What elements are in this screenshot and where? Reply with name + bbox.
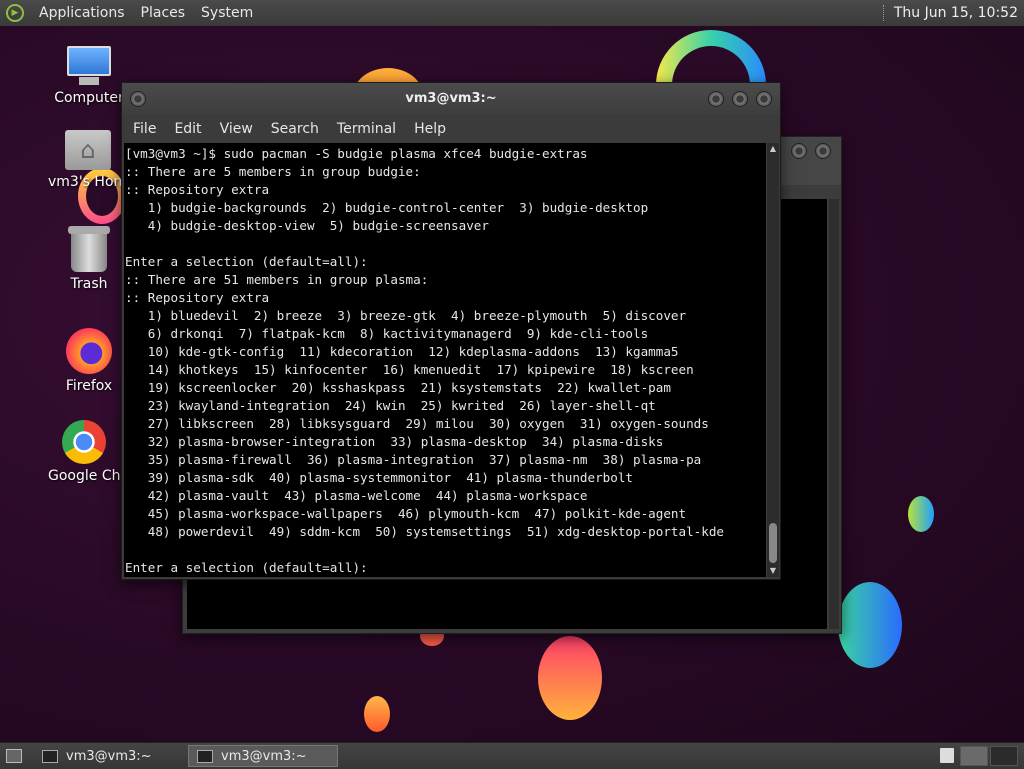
background-scrollbar[interactable] xyxy=(829,199,839,629)
distro-logo-icon[interactable]: ▶ xyxy=(6,4,24,22)
desktop-icon-label: Google Chrome xyxy=(48,468,120,484)
wallpaper-green-oval xyxy=(908,496,934,532)
close-button[interactable] xyxy=(815,143,831,159)
desktop-icon-label: vm3's Home xyxy=(48,174,128,190)
terminal-menubar: File Edit View Search Terminal Help xyxy=(122,115,780,143)
computer-icon xyxy=(65,46,113,86)
workspace-1[interactable] xyxy=(960,746,988,766)
menu-search[interactable]: Search xyxy=(262,121,328,137)
scrollbar-thumb[interactable] xyxy=(769,523,777,563)
terminal-window[interactable]: vm3@vm3:~ File Edit View Search Terminal… xyxy=(121,82,781,580)
terminal-icon xyxy=(42,749,58,763)
top-menu: ▶ Applications Places System xyxy=(0,0,261,26)
bottom-panel: vm3@vm3:~ vm3@vm3:~ xyxy=(0,742,1024,769)
window-controls xyxy=(708,91,772,107)
taskbar-item-active[interactable]: vm3@vm3:~ xyxy=(188,745,338,767)
home-folder-icon xyxy=(65,130,111,170)
places-menu[interactable]: Places xyxy=(133,0,194,26)
top-right-area: Thu Jun 15, 10:52 xyxy=(882,0,1018,26)
desktop-icon-trash[interactable]: Trash xyxy=(48,226,130,292)
system-menu[interactable]: System xyxy=(193,0,261,26)
menu-file[interactable]: File xyxy=(124,121,165,137)
background-window-buttons xyxy=(791,143,831,159)
menu-edit[interactable]: Edit xyxy=(165,121,210,137)
panel-separator xyxy=(882,5,886,21)
firefox-icon xyxy=(66,328,112,374)
wallpaper-teal-oval xyxy=(838,582,902,668)
scroll-up-arrow-icon[interactable]: ▲ xyxy=(767,143,779,155)
terminal-output-area[interactable]: [vm3@vm3 ~]$ sudo pacman -S budgie plasm… xyxy=(124,143,766,577)
clock[interactable]: Thu Jun 15, 10:52 xyxy=(894,5,1018,21)
menu-terminal[interactable]: Terminal xyxy=(328,121,405,137)
desktop-icon-label: Computer xyxy=(54,90,124,106)
chrome-icon xyxy=(62,420,106,464)
desktop-icon-firefox[interactable]: Firefox xyxy=(48,328,130,394)
desktop-icon-label: Trash xyxy=(70,276,108,292)
terminal-icon xyxy=(197,749,213,763)
show-desktop-icon[interactable] xyxy=(6,749,22,763)
taskbar-item-label: vm3@vm3:~ xyxy=(66,748,152,764)
terminal-scrollbar[interactable]: ▲ ▼ xyxy=(767,143,779,577)
wallpaper-pink-oval xyxy=(538,636,602,720)
maximize-button[interactable] xyxy=(791,143,807,159)
desktop-icon-label: Firefox xyxy=(65,378,113,394)
terminal-titlebar[interactable]: vm3@vm3:~ xyxy=(122,83,780,115)
top-panel: ▶ Applications Places System Thu Jun 15,… xyxy=(0,0,1024,27)
window-title: vm3@vm3:~ xyxy=(405,91,497,106)
workspace-2[interactable] xyxy=(990,746,1018,766)
menu-view[interactable]: View xyxy=(211,121,262,137)
terminal-output[interactable]: [vm3@vm3 ~]$ sudo pacman -S budgie plasm… xyxy=(124,143,766,577)
desktop-icon-computer[interactable]: Computer xyxy=(48,46,130,106)
trash-icon xyxy=(68,226,110,272)
maximize-button[interactable] xyxy=(732,91,748,107)
applications-menu[interactable]: Applications xyxy=(31,0,133,26)
close-button[interactable] xyxy=(756,91,772,107)
workspace-switcher xyxy=(960,746,1018,766)
panel-trash-icon[interactable] xyxy=(940,748,954,763)
desktop-icon-chrome[interactable]: Google Chrome xyxy=(48,420,120,484)
wallpaper-small-orange-oval xyxy=(364,696,390,732)
taskbar-item-label: vm3@vm3:~ xyxy=(221,748,307,764)
scroll-down-arrow-icon[interactable]: ▼ xyxy=(767,565,779,577)
menu-help[interactable]: Help xyxy=(405,121,455,137)
taskbar-item[interactable]: vm3@vm3:~ xyxy=(34,745,184,767)
desktop-icon-home[interactable]: vm3's Home xyxy=(48,130,128,190)
minimize-button[interactable] xyxy=(708,91,724,107)
